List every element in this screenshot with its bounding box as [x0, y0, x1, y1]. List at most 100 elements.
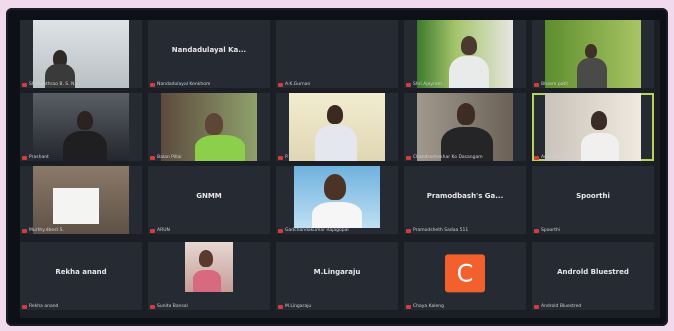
mic-muted-icon	[150, 304, 155, 309]
participant-video	[545, 93, 641, 161]
participant-name: Rekha anand	[29, 304, 59, 309]
participant-name-label: Nandadulayal Kenkhom	[150, 82, 210, 87]
participant-name-label: Balan Pillai	[150, 155, 182, 160]
participant-display-name: M.Lingaraju	[313, 267, 361, 276]
participant-tile[interactable]: Androld Bluestred Androld Bluestred	[532, 242, 654, 310]
participant-name-label: P.M.Dhumal	[278, 155, 311, 160]
mic-muted-icon	[150, 82, 155, 87]
participant-name-label: Spoorthi	[534, 228, 560, 233]
participant-tile[interactable]: GNMM ARUN	[148, 166, 270, 234]
participant-tile[interactable]: M.Lingaraju M.Lingaraju	[276, 242, 398, 310]
participant-name: Chandrashekhar Ko Dasangam	[413, 155, 483, 160]
participant-name: Androld Bluestred	[541, 304, 582, 309]
participant-name: Murthy.dbest S.	[29, 228, 64, 233]
mic-muted-icon	[406, 82, 411, 87]
participant-name: Shrikanthrao B. S. N.	[29, 82, 76, 87]
mic-muted-icon	[534, 304, 539, 309]
participant-name-label: A.K.Gurnan	[278, 82, 310, 87]
mic-muted-icon	[534, 228, 539, 233]
participant-name-label: Rekha anand	[22, 304, 58, 309]
participant-tile[interactable]: Bhasm patil	[532, 20, 654, 88]
participant-avatar: C	[445, 254, 485, 293]
participant-display-name: GNMM	[196, 191, 222, 200]
participant-display-name: Nandadulayal Ka...	[171, 45, 247, 54]
participant-name-label: Gadchandakumar Rajagopal	[278, 228, 349, 233]
participant-name: Pramodsheth Sadaa 511	[413, 228, 469, 233]
participant-tile[interactable]: P.M.Dhumal	[276, 93, 398, 161]
participant-name: ARUN	[157, 228, 170, 233]
participant-name-label: Bhasm patil	[534, 82, 568, 87]
participant-tile[interactable]: Shri.Ajayram	[404, 20, 526, 88]
mic-muted-icon	[534, 82, 539, 87]
mic-muted-icon	[150, 228, 155, 233]
mic-muted-icon	[278, 82, 283, 87]
participant-video	[33, 20, 129, 88]
mic-muted-icon	[278, 304, 283, 309]
participant-name: Gadchandakumar Rajagopal	[285, 228, 349, 233]
participant-name: M.Lingaraju	[285, 304, 312, 309]
participant-tile[interactable]: C Chaya Kaleng	[404, 242, 526, 310]
participant-tile[interactable]: Murthy.dbest S.	[20, 166, 142, 234]
participant-video	[33, 166, 129, 234]
participant-video	[161, 93, 257, 161]
participant-name-label: Pramodsheth Sadaa 511	[406, 228, 468, 233]
participant-name: P.M.Dhumal	[285, 155, 312, 160]
participant-tile[interactable]: Rekha anand Rekha anand	[20, 242, 142, 310]
participant-tile[interactable]: Shrikanthrao B. S. N.	[20, 20, 142, 88]
participant-tile[interactable]: Pramodbash's Ga... Pramodsheth Sadaa 511	[404, 166, 526, 234]
participant-name: Shri.Ajayram	[413, 82, 442, 87]
participant-tile[interactable]: Balan Pillai	[148, 93, 270, 161]
participant-video	[289, 93, 385, 161]
video-grid: Shrikanthrao B. S. N. Nandadulayal Ka... N…	[20, 20, 660, 318]
participant-video	[294, 166, 380, 228]
participant-tile[interactable]: Gadchandakumar Rajagopal	[276, 166, 398, 234]
participant-name: Chaya Kaleng	[413, 304, 444, 309]
participant-tile[interactable]: A.K.Gurnan	[276, 20, 398, 88]
participant-name-label: Chaya Kaleng	[406, 304, 444, 309]
participant-name-label: Shrikanthrao B. S. N.	[22, 82, 76, 87]
participant-name: A.K.Gurnan	[285, 82, 311, 87]
mic-muted-icon	[22, 304, 27, 309]
participant-video	[417, 93, 513, 161]
participant-name-label: Shri.Ajayram	[406, 82, 442, 87]
participant-name: Bhasm patil	[541, 82, 568, 87]
participant-name: Anuradha	[541, 155, 563, 160]
participant-tile[interactable]: Prashant	[20, 93, 142, 161]
participant-tile[interactable]: Sunita Bansal	[148, 242, 270, 310]
mic-muted-icon	[534, 155, 539, 160]
mic-muted-icon	[278, 155, 283, 160]
participant-name-label: Murthy.dbest S.	[22, 228, 64, 233]
participant-display-name: Pramodbash's Ga...	[426, 191, 504, 200]
participant-name-label: Anuradha	[534, 155, 563, 160]
mic-muted-icon	[406, 155, 411, 160]
participant-tile[interactable]: Nandadulayal Ka... Nandadulayal Kenkhom	[148, 20, 270, 88]
participant-display-name: Androld Bluestred	[557, 267, 629, 276]
mic-muted-icon	[150, 155, 155, 160]
participant-tile[interactable]: Spoorthi Spoorthi	[532, 166, 654, 234]
participant-name-label: M.Lingaraju	[278, 304, 311, 309]
participant-name: Sunita Bansal	[157, 304, 188, 309]
participant-name: Nandadulayal Kenkhom	[157, 82, 211, 87]
participant-video	[185, 242, 233, 292]
mic-muted-icon	[22, 82, 27, 87]
participant-name-label: Chandrashekhar Ko Dasangam	[406, 155, 483, 160]
mic-muted-icon	[406, 304, 411, 309]
participant-display-name: Rekha anand	[55, 267, 107, 276]
monitor-frame: Shrikanthrao B. S. N. Nandadulayal Ka... N…	[6, 8, 668, 326]
participant-name: Balan Pillai	[157, 155, 182, 160]
participant-video	[417, 20, 513, 88]
mic-muted-icon	[406, 228, 411, 233]
participant-tile[interactable]: Anuradha	[532, 93, 654, 161]
mic-muted-icon	[22, 228, 27, 233]
participant-display-name: Spoorthi	[576, 191, 610, 200]
participant-name-label: Prashant	[22, 155, 49, 160]
mic-muted-icon	[278, 228, 283, 233]
mic-muted-icon	[22, 155, 27, 160]
participant-name: Prashant	[29, 155, 49, 160]
participant-name-label: ARUN	[150, 228, 170, 233]
participant-tile[interactable]: Chandrashekhar Ko Dasangam	[404, 93, 526, 161]
participant-video	[33, 93, 129, 161]
participant-video	[545, 20, 641, 88]
participant-name: Spoorthi	[541, 228, 560, 233]
participant-name-label: Sunita Bansal	[150, 304, 188, 309]
